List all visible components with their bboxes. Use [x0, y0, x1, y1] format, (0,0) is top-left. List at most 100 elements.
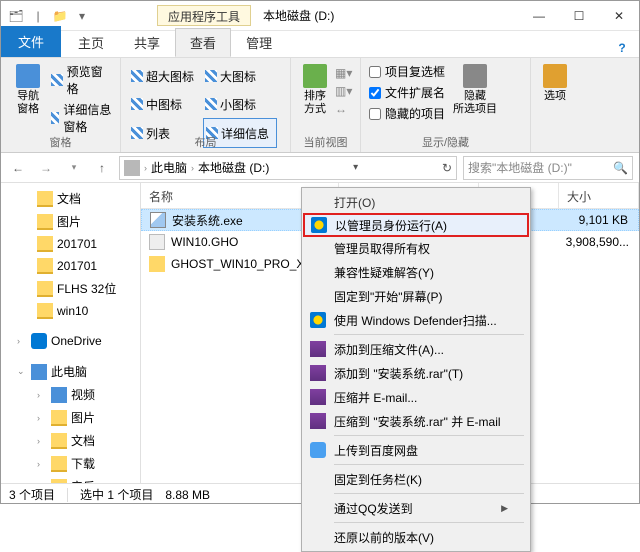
tree-video[interactable]: ›视频 [1, 383, 140, 406]
separator [334, 334, 524, 335]
tree-pictures2[interactable]: ›图片 [1, 406, 140, 429]
rar-icon [310, 389, 326, 405]
up-button[interactable]: ↑ [91, 157, 113, 179]
window-title: 本地磁盘 (D:) [263, 7, 334, 24]
tree-thispc[interactable]: ⌄此电脑 [1, 360, 140, 383]
shield-icon [311, 217, 327, 233]
search-box[interactable]: 搜索"本地磁盘 (D:)" 🔍 [463, 156, 633, 180]
ctx-pin-start[interactable]: 固定到"开始"屏幕(P) [304, 284, 528, 308]
tab-home[interactable]: 主页 [63, 28, 119, 57]
address-bar: ← → ▾ ↑ › 此电脑 › 本地磁盘 (D:) ▾ ↻ 搜索"本地磁盘 (D… [1, 153, 639, 183]
tree-win10[interactable]: win10 [1, 300, 140, 322]
ribbon-tabs: 文件 主页 共享 查看 管理 ? [1, 31, 639, 57]
item-checkboxes-toggle[interactable]: 项目复选框 [369, 62, 445, 81]
options-icon [543, 64, 567, 88]
details-pane-button[interactable]: 详细信息窗格 [51, 100, 112, 136]
preview-pane-button[interactable]: 预览窗格 [51, 62, 112, 98]
context-tab-tools[interactable]: 应用程序工具 [157, 5, 251, 26]
separator [334, 522, 524, 523]
shield-icon [310, 312, 326, 328]
status-count: 3 个项目 [9, 486, 55, 503]
titlebar: 🗂 | 📁 ▾ 应用程序工具 本地磁盘 (D:) — ☐ ✕ [1, 1, 639, 31]
crumb-sep[interactable]: › [144, 163, 147, 173]
recent-dropdown[interactable]: ▾ [63, 157, 85, 179]
ribbon-group-pane: 导航窗格 预览窗格 详细信息窗格 窗格 [1, 58, 121, 152]
ctx-compress-email[interactable]: 压缩并 E-mail... [304, 385, 528, 409]
tree-201701a[interactable]: 201701 [1, 233, 140, 255]
navigation-tree[interactable]: 文档 图片 201701 201701 FLHS 32位 win10 ›OneD… [1, 183, 141, 483]
tree-pictures[interactable]: 图片 [1, 210, 140, 233]
chevron-right-icon[interactable]: › [17, 336, 27, 346]
layout-medium[interactable]: 中图标 [129, 90, 203, 118]
file-ext-toggle[interactable]: 文件扩展名 [369, 83, 445, 102]
tab-view[interactable]: 查看 [175, 28, 231, 57]
file-size: 3,908,590... [559, 235, 639, 249]
file-name: 安装系统.exe [172, 212, 243, 229]
tree-downloads[interactable]: ›下载 [1, 452, 140, 475]
refresh-button[interactable]: ↻ [442, 161, 452, 175]
tab-file[interactable]: 文件 [1, 26, 61, 57]
group-by-icon[interactable]: ▦▾ [335, 66, 352, 80]
crumb-sep[interactable]: › [191, 163, 194, 173]
separator [334, 493, 524, 494]
tree-onedrive[interactable]: ›OneDrive [1, 330, 140, 352]
rar-icon [310, 365, 326, 381]
ctx-add-archive[interactable]: 添加到压缩文件(A)... [304, 337, 528, 361]
tree-flhs[interactable]: FLHS 32位 [1, 277, 140, 300]
back-button[interactable]: ← [7, 157, 29, 179]
ctx-open[interactable]: 打开(O) [304, 190, 528, 214]
layout-extra-large[interactable]: 超大图标 [129, 62, 203, 90]
sort-icon [303, 64, 327, 88]
quick-access-toolbar: 🗂 | 📁 ▾ [1, 7, 97, 25]
layout-small[interactable]: 小图标 [203, 90, 277, 118]
file-name: WIN10.GHO [171, 235, 238, 249]
app-icon: 🗂 [7, 7, 25, 25]
tree-documents2[interactable]: ›文档 [1, 429, 140, 452]
crumb-thispc[interactable]: 此电脑 [151, 159, 187, 176]
ctx-restore[interactable]: 还原以前的版本(V) [304, 525, 528, 549]
tree-documents[interactable]: 文档 [1, 187, 140, 210]
ctx-baidu[interactable]: 上传到百度网盘 [304, 438, 528, 462]
folder-icon [149, 256, 165, 272]
col-size[interactable]: 大小 [559, 183, 639, 208]
ctx-qq-send[interactable]: 通过QQ发送到▶ [304, 496, 528, 520]
hide-label: 隐藏 所选项目 [453, 90, 497, 116]
layout-large[interactable]: 大图标 [203, 62, 277, 90]
maximize-button[interactable]: ☐ [559, 2, 599, 30]
ctx-compress-rar-email[interactable]: 压缩到 "安装系统.rar" 并 E-mail [304, 409, 528, 433]
divider-icon: | [29, 7, 47, 25]
status-size: 8.88 MB [165, 488, 210, 502]
ctx-admin-own[interactable]: 管理员取得所有权 [304, 236, 528, 260]
ctx-run-as-admin[interactable]: 以管理员身份运行(A) [303, 213, 529, 237]
rar-icon [310, 413, 326, 429]
forward-button[interactable]: → [35, 157, 57, 179]
options-button[interactable]: 选项 [539, 62, 571, 148]
cloud-icon [310, 442, 326, 458]
separator [334, 435, 524, 436]
context-menu[interactable]: 打开(O) 以管理员身份运行(A) 管理员取得所有权 兼容性疑难解答(Y) 固定… [301, 187, 531, 552]
close-button[interactable]: ✕ [599, 2, 639, 30]
hidden-items-toggle[interactable]: 隐藏的项目 [369, 104, 445, 123]
minimize-button[interactable]: — [519, 2, 559, 30]
qat-dropdown-icon[interactable]: ▾ [73, 7, 91, 25]
sizecol-icon[interactable]: ↔ [335, 102, 352, 116]
ctx-add-rar[interactable]: 添加到 "安装系统.rar"(T) [304, 361, 528, 385]
crumb-drive-d[interactable]: 本地磁盘 (D:) [198, 159, 269, 176]
chevron-down-icon[interactable]: ⌄ [17, 366, 27, 377]
hide-icon [463, 64, 487, 88]
ribbon-help-icon[interactable]: ? [613, 39, 631, 57]
tab-share[interactable]: 共享 [119, 28, 175, 57]
details-label: 详细信息窗格 [63, 101, 112, 135]
search-icon[interactable]: 🔍 [613, 161, 628, 175]
tab-manage[interactable]: 管理 [231, 28, 287, 57]
ctx-pin-taskbar[interactable]: 固定到任务栏(K) [304, 467, 528, 491]
addcol-icon[interactable]: ▥▾ [335, 84, 352, 98]
file-size: 9,101 KB [558, 213, 638, 227]
ctx-defender[interactable]: 使用 Windows Defender扫描... [304, 308, 528, 332]
folder-icon[interactable]: 📁 [51, 7, 69, 25]
tree-music[interactable]: ›音乐 [1, 475, 140, 483]
address-box[interactable]: › 此电脑 › 本地磁盘 (D:) ▾ ↻ [119, 156, 457, 180]
ribbon-group-options: 选项 [531, 58, 581, 152]
tree-201701b[interactable]: 201701 [1, 255, 140, 277]
ctx-troubleshoot[interactable]: 兼容性疑难解答(Y) [304, 260, 528, 284]
